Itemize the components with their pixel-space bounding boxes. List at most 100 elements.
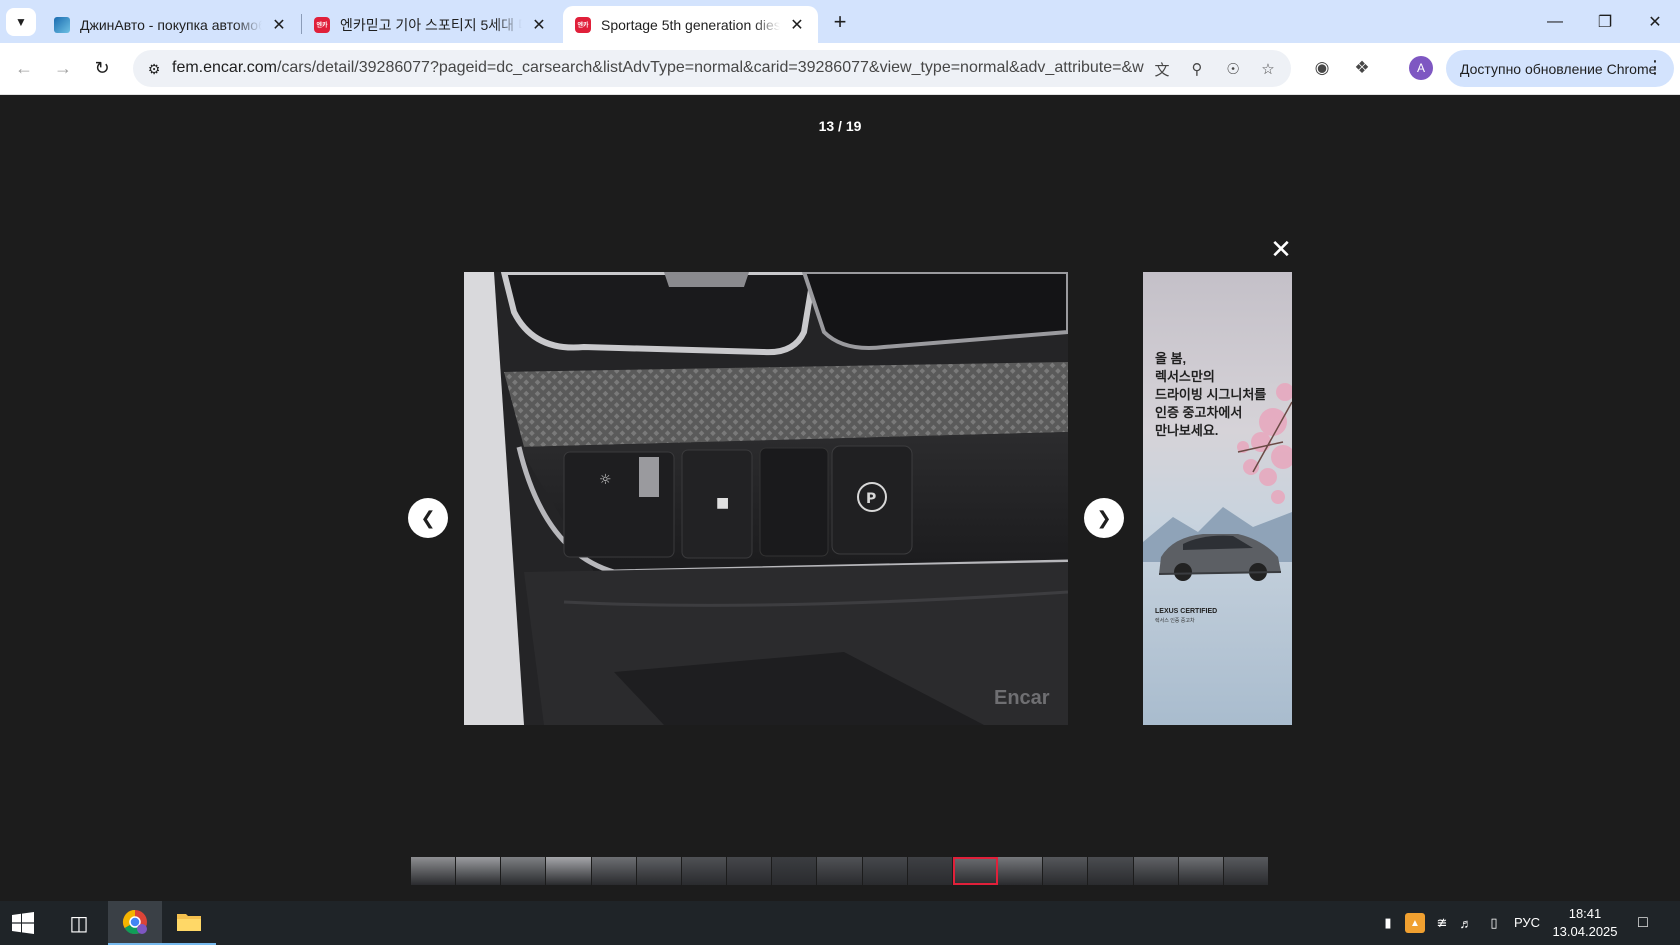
- chevron-left-icon: ❮: [420, 507, 436, 528]
- car-photo: ☼ ■ P Encar: [464, 272, 1068, 725]
- wifi-tray-icon[interactable]: ≇: [1432, 913, 1452, 933]
- arrow-right-icon: →: [54, 57, 72, 78]
- ad-headline: 올 봄, 렉서스만의 드라이빙 시그니처를 인증 중고차에서 만나보세요.: [1155, 351, 1267, 438]
- encar-favicon-icon: 엔카: [575, 16, 591, 33]
- plus-icon: +: [833, 9, 847, 34]
- thumbnail-19[interactable]: [1223, 857, 1269, 885]
- browser-toolbar: ← → ↻ ⚙ fem.encar.com/cars/detail/392860…: [0, 43, 1680, 95]
- tab-search-button[interactable]: ▼: [6, 8, 36, 36]
- reload-icon: ↻: [94, 57, 110, 78]
- close-icon: ✕: [1270, 234, 1292, 264]
- thumbnail-strip: [411, 857, 1269, 885]
- dashboard-switch-panel-image: ☼ ■ P Encar: [464, 272, 1068, 725]
- tune-icon: ⚙: [147, 60, 161, 77]
- task-view-icon: ◫: [69, 912, 89, 935]
- translate-icon: 文: [1154, 61, 1170, 79]
- url-path: /cars/detail/39286077?pageid=dc_carsearc…: [276, 59, 1144, 76]
- close-viewer-button[interactable]: ✕: [1268, 236, 1294, 262]
- thumbnail-8[interactable]: [727, 857, 773, 885]
- thumbnail-17[interactable]: [1133, 857, 1179, 885]
- thumbnail-6[interactable]: [636, 857, 682, 885]
- chrome-icon: [122, 910, 147, 935]
- extensions-button[interactable]: ❖: [1348, 54, 1376, 82]
- tab-encar-korean[interactable]: 엔카 엔카믿고 기아 스포티지 5세대 디 ✕: [302, 6, 560, 43]
- encar-watermark: Encar: [994, 687, 1050, 709]
- system-clock[interactable]: 18:41 13.04.2025: [1550, 905, 1620, 941]
- thumbnail-14[interactable]: [998, 857, 1044, 885]
- tracking-protection-button[interactable]: ☉: [1220, 56, 1246, 82]
- chrome-taskbar-button[interactable]: [108, 901, 162, 945]
- previous-photo-button[interactable]: ❮: [408, 498, 448, 538]
- photo-counter: 13 / 19: [818, 118, 862, 134]
- clock-date: 13.04.2025: [1552, 924, 1618, 939]
- svg-text:P: P: [866, 491, 876, 507]
- tab-title: 엔카믿고 기아 스포티지 5세대 디: [340, 16, 522, 33]
- profile-avatar[interactable]: A: [1409, 56, 1433, 80]
- chevron-right-icon: ❯: [1096, 507, 1112, 528]
- puzzle-icon: ❖: [1354, 58, 1370, 77]
- zoom-button[interactable]: ⚲: [1184, 56, 1210, 82]
- lexus-ad-banner[interactable]: 올 봄, 렉서스만의 드라이빙 시그니처를 인증 중고차에서 만나보세요. LE…: [1143, 272, 1292, 725]
- usb-tray-icon[interactable]: ▯: [1484, 913, 1504, 933]
- thumbnail-4[interactable]: [546, 857, 592, 885]
- vpn-extension-button[interactable]: ◉: [1308, 54, 1336, 82]
- bookmark-button[interactable]: ☆: [1255, 56, 1281, 82]
- windows-taskbar: ◫ ▮ ▲ ≇ ♬ ▯ РУС 18:41 13.04.2025 □: [0, 901, 1680, 945]
- thumbnail-3[interactable]: [501, 857, 547, 885]
- tab-sportage-active[interactable]: 엔카 Sportage 5th generation diesel ✕: [563, 6, 818, 43]
- new-tab-button[interactable]: +: [828, 9, 852, 34]
- thumbnail-10[interactable]: [817, 857, 863, 885]
- photo-viewer: 13 / 19 ✕ ❮ ☼ ■ P Encar ❯ 올 봄, 렉서스만의 드라이…: [0, 96, 1680, 901]
- site-info-button[interactable]: ⚙: [141, 56, 167, 82]
- input-language[interactable]: РУС: [1514, 915, 1540, 930]
- thumbnail-15[interactable]: [1043, 857, 1089, 885]
- address-bar[interactable]: ⚙ fem.encar.com/cars/detail/39286077?pag…: [133, 50, 1291, 87]
- svg-text:■: ■: [716, 495, 729, 511]
- restore-button[interactable]: ❐: [1580, 0, 1630, 43]
- notifications-button[interactable]: □: [1632, 912, 1654, 934]
- thumbnail-2[interactable]: [456, 857, 502, 885]
- tab-jinavto[interactable]: ДжинАвто - покупка автомобил ✕: [42, 6, 300, 43]
- chrome-update-button[interactable]: Доступно обновление Chrome ⋮: [1446, 50, 1674, 87]
- notification-icon: □: [1638, 914, 1648, 931]
- close-tab-icon[interactable]: ✕: [788, 16, 806, 34]
- url-text[interactable]: fem.encar.com/cars/detail/39286077?pagei…: [172, 59, 1144, 77]
- close-tab-icon[interactable]: ✕: [270, 16, 288, 34]
- reload-button[interactable]: ↻: [88, 54, 116, 82]
- more-vertical-icon[interactable]: ⋮: [1646, 58, 1664, 76]
- thumbnail-18[interactable]: [1178, 857, 1224, 885]
- minimize-button[interactable]: —: [1530, 0, 1580, 43]
- restore-icon: ❐: [1597, 13, 1613, 31]
- minimize-icon: —: [1547, 12, 1563, 30]
- thumbnail-16[interactable]: [1088, 857, 1134, 885]
- task-view-button[interactable]: ◫: [52, 901, 106, 945]
- file-explorer-taskbar-button[interactable]: [162, 901, 216, 945]
- translate-button[interactable]: 文: [1149, 56, 1175, 82]
- app-tray-icon[interactable]: ▲: [1405, 913, 1425, 933]
- thumbnail-7[interactable]: [681, 857, 728, 885]
- thumbnail-9[interactable]: [772, 857, 818, 885]
- zoom-icon: ⚲: [1191, 61, 1203, 78]
- arrow-left-icon: ←: [15, 57, 33, 78]
- battery-tray-icon[interactable]: ▮: [1378, 913, 1398, 933]
- update-label: Доступно обновление Chrome: [1460, 60, 1657, 77]
- star-icon: ☆: [1261, 61, 1275, 78]
- thumbnail-11[interactable]: [862, 857, 908, 885]
- start-button[interactable]: [12, 912, 34, 934]
- back-button[interactable]: ←: [10, 54, 38, 82]
- folder-icon: [177, 914, 201, 931]
- jinavto-favicon-icon: [54, 16, 70, 33]
- clock-time: 18:41: [1568, 906, 1602, 921]
- forward-button[interactable]: →: [49, 54, 77, 82]
- thumbnail-1[interactable]: [411, 857, 457, 885]
- close-tab-icon[interactable]: ✕: [530, 16, 548, 34]
- next-photo-button[interactable]: ❯: [1084, 498, 1124, 538]
- ad-subtitle: 렉서스 인증 중고차: [1155, 618, 1195, 624]
- thumbnail-5[interactable]: [591, 857, 637, 885]
- windows-logo-icon: [12, 912, 34, 934]
- volume-tray-icon[interactable]: ♬: [1456, 913, 1476, 933]
- thumbnail-12[interactable]: [907, 857, 953, 885]
- close-window-button[interactable]: ✕: [1630, 0, 1680, 43]
- chevron-down-icon: ▼: [15, 15, 27, 29]
- thumbnail-13[interactable]: [952, 857, 999, 885]
